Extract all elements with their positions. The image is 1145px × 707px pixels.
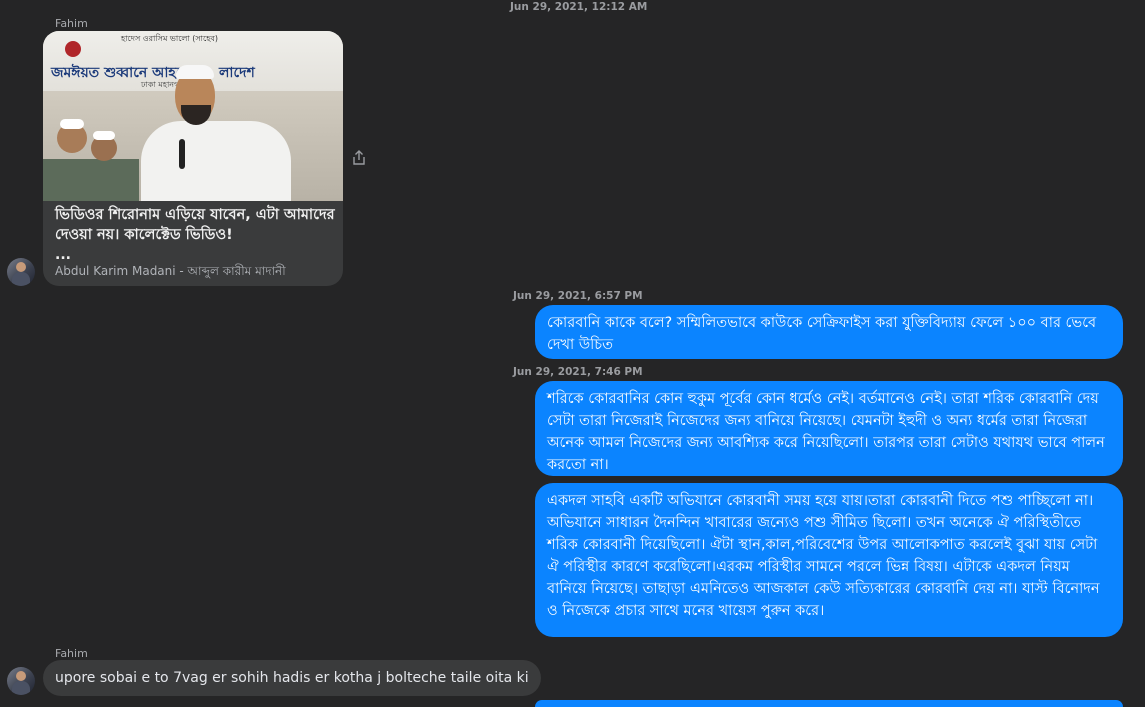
message-bubble-outgoing[interactable]: শরিকে কোরবানির কোন হুকুম পূর্বের কোন ধর্… (535, 381, 1123, 476)
speaker-figure (176, 65, 214, 79)
video-title[interactable]: ভিডিওর শিরোনাম এড়িয়ে যাবেন, এটা আমাদের… (55, 205, 335, 245)
video-title-ellipsis: ... (55, 247, 71, 263)
shared-video-card[interactable]: হাদেস ওরাসিম ভালো (সাহেব) জমঈয়ত শুব্বান… (43, 31, 343, 286)
speaker-figure (141, 121, 291, 201)
timestamp: Jun 29, 2021, 7:46 PM (513, 366, 643, 378)
timestamp: Jun 29, 2021, 12:12 AM (510, 1, 648, 13)
message-bubble-outgoing[interactable]: একদল সাহবি একটি অভিযানে কোরবানী সময় হয়… (535, 483, 1123, 637)
timestamp: Jun 29, 2021, 6:57 PM (513, 290, 643, 302)
message-bubble-outgoing[interactable]: কোরবানি কাকে বলে? সম্মিলিতভাবে কাউকে সেক… (535, 305, 1123, 359)
message-text: কোরবানি কাকে বলে? সম্মিলিতভাবে কাউকে সেক… (547, 315, 1097, 353)
banner-text: লাদেশ (219, 65, 255, 81)
avatar[interactable] (7, 258, 35, 286)
sender-name: Fahim (55, 17, 88, 30)
logo-icon (65, 41, 81, 57)
sender-name: Fahim (55, 647, 88, 660)
message-text: upore sobai e to 7vag er sohih hadis er … (55, 670, 529, 686)
message-text: শরিকে কোরবানির কোন হুকুম পূর্বের কোন ধর্… (547, 391, 1105, 473)
audience-figure (93, 131, 115, 140)
microphone-icon (179, 139, 185, 169)
message-bubble-outgoing[interactable] (535, 700, 1123, 707)
message-bubble-incoming[interactable]: upore sobai e to 7vag er sohih hadis er … (43, 660, 541, 696)
audience-figure (43, 159, 139, 201)
avatar[interactable] (7, 667, 35, 695)
video-thumbnail[interactable]: হাদেস ওরাসিম ভালো (সাহেব) জমঈয়ত শুব্বান… (43, 31, 343, 201)
message-text: একদল সাহবি একটি অভিযানে কোরবানী সময় হয়… (547, 493, 1100, 619)
audience-figure (60, 119, 84, 129)
banner-text: হাদেস ওরাসিম ভালো (সাহেব) (121, 34, 218, 43)
video-source: Abdul Karim Madani - আব্দুল কারীম মাদানী (55, 264, 286, 278)
share-icon[interactable] (350, 149, 368, 167)
